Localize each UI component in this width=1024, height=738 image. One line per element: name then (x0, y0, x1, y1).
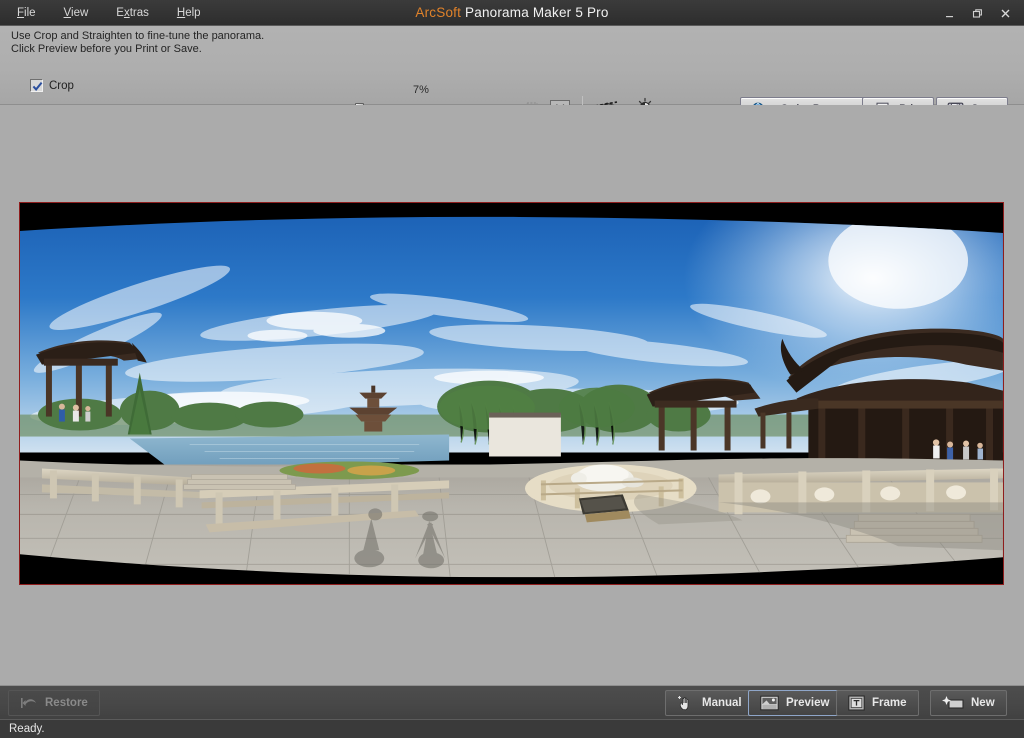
crop-frame[interactable] (19, 202, 1004, 585)
product-name: Panorama Maker 5 Pro (461, 5, 609, 20)
manual-label: Manual (702, 697, 742, 709)
minimize-button[interactable] (936, 2, 962, 24)
undo-arrow-icon (21, 698, 36, 708)
crop-checkbox-label: Crop (49, 79, 74, 92)
menu-extras[interactable]: Extras (113, 4, 152, 22)
manual-button[interactable]: Manual (665, 690, 754, 716)
menu-bar: File View Extras Help (0, 0, 204, 26)
hint-line-1: Use Crop and Straighten to fine-tune the… (11, 30, 265, 42)
close-icon (1001, 9, 1009, 17)
minimize-icon (945, 15, 953, 17)
restore-label: Restore (45, 697, 88, 709)
close-button[interactable] (992, 2, 1018, 24)
checkmark-icon (32, 81, 43, 91)
preview-label: Preview (786, 697, 830, 709)
crop-checkbox[interactable]: Crop (30, 79, 74, 92)
frame-text-icon (848, 695, 865, 711)
zoom-percent-label: 7% (413, 84, 429, 96)
hand-pointer-icon (678, 696, 689, 711)
crop-checkbox-box[interactable] (30, 79, 43, 92)
restore-button[interactable]: Restore (8, 690, 100, 716)
preview-button[interactable]: Preview (748, 690, 842, 716)
restore-window-icon (972, 8, 982, 18)
preview-image-icon (760, 695, 779, 711)
top-toolbar: Use Crop and Straighten to fine-tune the… (0, 26, 1024, 123)
status-text: Ready. (9, 723, 45, 735)
menu-file[interactable]: File (14, 4, 39, 22)
status-bar: Ready. (0, 719, 1024, 738)
bottom-toolbar: Restore Manual Preview Frame New (0, 685, 1024, 719)
brand-name: ArcSoft (415, 5, 462, 20)
panorama-image[interactable] (20, 203, 1003, 585)
image-canvas[interactable] (0, 105, 1024, 685)
new-button[interactable]: New (930, 690, 1007, 716)
application-window: File View Extras Help ArcSoft Panorama M… (0, 0, 1024, 738)
restore-window-button[interactable] (964, 2, 990, 24)
title-bar: File View Extras Help ArcSoft Panorama M… (0, 0, 1024, 26)
new-label: New (971, 697, 995, 709)
new-project-icon (942, 696, 964, 709)
menu-view[interactable]: View (61, 4, 92, 22)
frame-button[interactable]: Frame (836, 690, 919, 716)
menu-help[interactable]: Help (174, 4, 204, 22)
frame-label: Frame (872, 697, 907, 709)
instruction-text: Use Crop and Straighten to fine-tune the… (11, 30, 264, 56)
hint-line-2: Click Preview before you Print or Save. (11, 43, 202, 55)
window-controls (936, 0, 1018, 26)
